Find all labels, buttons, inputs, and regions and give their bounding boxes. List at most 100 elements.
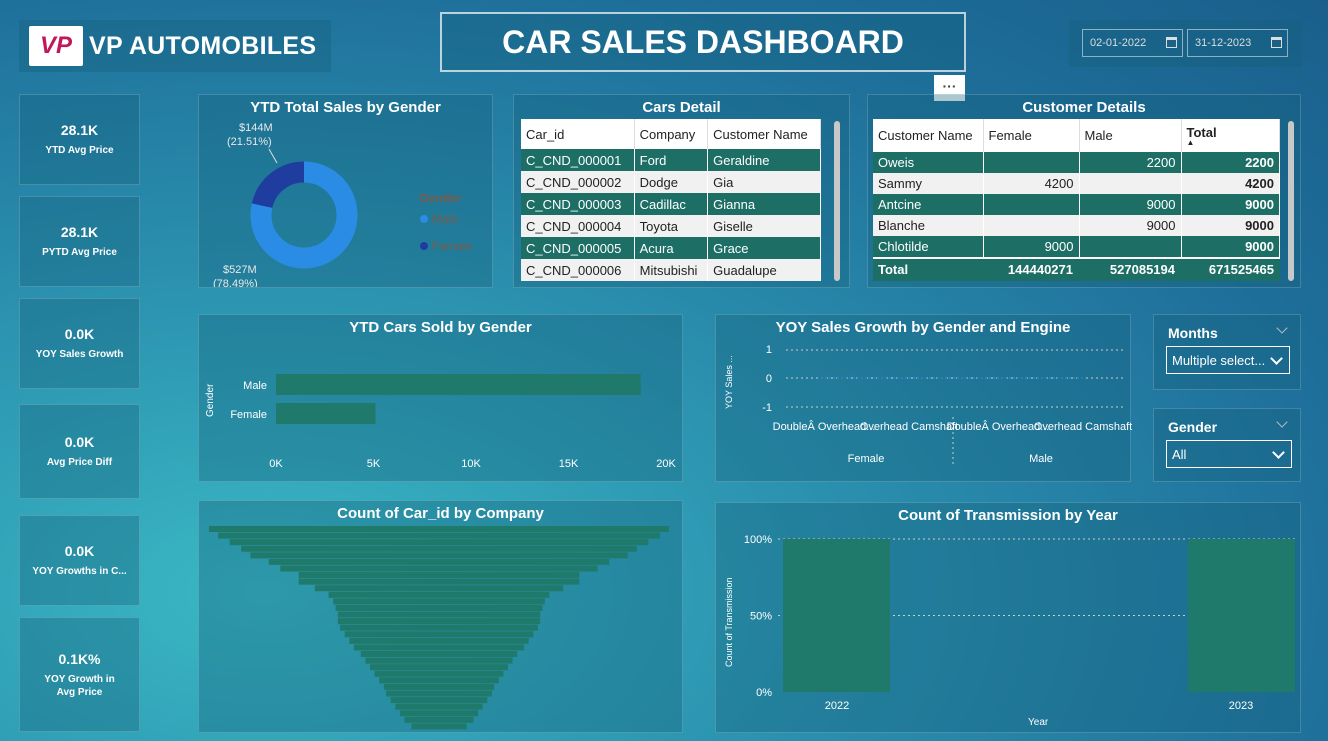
- bar-2023[interactable]: [1188, 539, 1295, 692]
- funnel-bar[interactable]: [337, 618, 541, 625]
- end-date-text: 31-12-2023: [1195, 37, 1252, 49]
- funnel-bar[interactable]: [280, 565, 598, 572]
- chart-title: YTD Cars Sold by Gender: [349, 319, 532, 336]
- funnel-bar[interactable]: [298, 578, 580, 585]
- col-car-id[interactable]: Car_id: [521, 119, 635, 149]
- brand-header: VP VP AUTOMOBILES: [19, 20, 331, 72]
- funnel-bar[interactable]: [218, 532, 660, 539]
- funnel-bar[interactable]: [379, 677, 499, 684]
- bar-2022[interactable]: [783, 539, 890, 692]
- table-row[interactable]: C_CND_000002 Dodge Gia: [521, 171, 821, 193]
- funnel-bar[interactable]: [337, 611, 541, 618]
- table-row[interactable]: Blanche 9000 9000: [873, 215, 1280, 236]
- funnel-bar[interactable]: [344, 631, 534, 638]
- funnel-bar[interactable]: [349, 637, 529, 644]
- table-row[interactable]: Oweis 2200 2200: [873, 152, 1280, 173]
- table-row[interactable]: C_CND_000003 Cadillac Gianna: [521, 193, 821, 215]
- funnel-bar[interactable]: [399, 710, 479, 717]
- x-axis-label: Year: [1028, 717, 1049, 728]
- gender-selected-value: All: [1172, 446, 1187, 462]
- x-tick: 10K: [461, 458, 481, 470]
- table-cell: Mitsubishi: [634, 259, 709, 281]
- funnel-bar[interactable]: [229, 539, 649, 546]
- funnel-bar[interactable]: [395, 703, 483, 710]
- collapse-chevron-icon[interactable]: [1276, 416, 1288, 428]
- legend-female-dot: [420, 242, 428, 250]
- kpi-yoy-growth-count: 0.0K YOY Growths in C...: [19, 515, 140, 606]
- chart-title: YOY Sales Growth by Gender and Engine: [775, 319, 1071, 336]
- calendar-icon[interactable]: [1166, 37, 1177, 48]
- y-axis-label: Count of Transmission: [724, 577, 734, 667]
- col-company[interactable]: Company: [634, 119, 709, 149]
- funnel-bar[interactable]: [383, 683, 495, 690]
- x-tick: 2022: [825, 700, 849, 712]
- table-row[interactable]: C_CND_000004 Toyota Giselle: [521, 215, 821, 237]
- funnel-bar[interactable]: [250, 552, 628, 559]
- table-row[interactable]: C_CND_000006 Mitsubishi Guadalupe: [521, 259, 821, 281]
- bar-male[interactable]: [276, 374, 641, 395]
- collapse-chevron-icon[interactable]: [1276, 322, 1288, 334]
- funnel-bar[interactable]: [386, 690, 492, 697]
- table-cell: Giselle: [707, 215, 821, 237]
- gender-dropdown[interactable]: All: [1166, 440, 1292, 468]
- gender-group-label: Female: [848, 453, 885, 465]
- kpi-value: 0.1K%: [58, 650, 101, 667]
- bar-female[interactable]: [276, 403, 376, 424]
- table-row[interactable]: Sammy 4200 4200: [873, 173, 1280, 194]
- start-date-input[interactable]: 02-01-2022: [1082, 29, 1183, 57]
- funnel-bar[interactable]: [390, 697, 488, 704]
- funnel-bar[interactable]: [335, 604, 543, 611]
- funnel-bar[interactable]: [241, 545, 637, 552]
- funnel-bar[interactable]: [268, 558, 610, 565]
- funnel-bar[interactable]: [314, 585, 564, 592]
- funnel-bar[interactable]: [298, 572, 580, 579]
- funnel-bar[interactable]: [353, 644, 525, 651]
- funnel-bar[interactable]: [209, 526, 669, 532]
- months-dropdown[interactable]: Multiple select...: [1166, 346, 1290, 374]
- brand-logo: VP: [29, 26, 83, 66]
- funnel-bar[interactable]: [370, 664, 508, 671]
- funnel-bar[interactable]: [374, 670, 504, 677]
- calendar-icon[interactable]: [1271, 37, 1282, 48]
- end-date-input[interactable]: 31-12-2023: [1187, 29, 1288, 57]
- col-male[interactable]: Male: [1079, 119, 1182, 152]
- legend-male-dot: [420, 215, 428, 223]
- table-cell: 9000: [983, 236, 1080, 257]
- total-row: Total 144440271 527085194 671525465: [873, 259, 1280, 281]
- customer-details-table: Customer Name Female Male Total ▲ Oweis 22…: [873, 119, 1280, 281]
- kpi-avg-price-diff: 0.0K Avg Price Diff: [19, 404, 140, 499]
- funnel-bar[interactable]: [328, 591, 550, 598]
- x-tick: 0K: [269, 458, 283, 470]
- y-tick: 100%: [744, 534, 772, 546]
- table-row[interactable]: Antcine 9000 9000: [873, 194, 1280, 215]
- table-cell: [983, 152, 1080, 173]
- table-row[interactable]: C_CND_000005 Acura Grace: [521, 237, 821, 259]
- cars-sold-by-gender-panel: YTD Cars Sold by Gender Gender Male Femal…: [198, 314, 683, 482]
- table-row[interactable]: Chlotilde 9000 9000: [873, 236, 1280, 257]
- customer-table-scrollbar[interactable]: [1288, 121, 1294, 281]
- funnel-bar[interactable]: [340, 624, 538, 631]
- kpi-pytd-avg-price: 28.1K PYTD Avg Price: [19, 196, 140, 287]
- funnel-bar[interactable]: [360, 651, 518, 658]
- col-customer-name[interactable]: Customer Name: [873, 119, 984, 152]
- col-total[interactable]: Total ▲: [1181, 119, 1280, 152]
- table-row[interactable]: C_CND_000001 Ford Geraldine: [521, 149, 821, 171]
- y-tick: 0: [766, 373, 772, 385]
- col-female[interactable]: Female: [983, 119, 1080, 152]
- legend-male-label[interactable]: Male: [432, 212, 458, 226]
- funnel-bar[interactable]: [365, 657, 513, 664]
- cars-detail-table: Car_id Company Customer Name C_CND_00000…: [521, 119, 821, 281]
- table-cell: [1079, 173, 1182, 194]
- donut-female-slice[interactable]: [251, 161, 305, 209]
- kpi-value: 0.0K: [64, 543, 95, 559]
- funnel-bar[interactable]: [333, 598, 545, 605]
- table-cell: 9000: [1181, 194, 1280, 215]
- funnel-bar[interactable]: [404, 716, 474, 723]
- table-cell: 2200: [1181, 152, 1280, 173]
- funnel-bar[interactable]: [411, 723, 467, 730]
- cars-table-scrollbar[interactable]: [834, 121, 840, 281]
- col-customer-name[interactable]: Customer Name: [707, 119, 821, 149]
- brand-name: VP AUTOMOBILES: [89, 31, 317, 60]
- female-value-label: $144M: [239, 122, 273, 134]
- legend-female-label[interactable]: Female: [432, 239, 472, 253]
